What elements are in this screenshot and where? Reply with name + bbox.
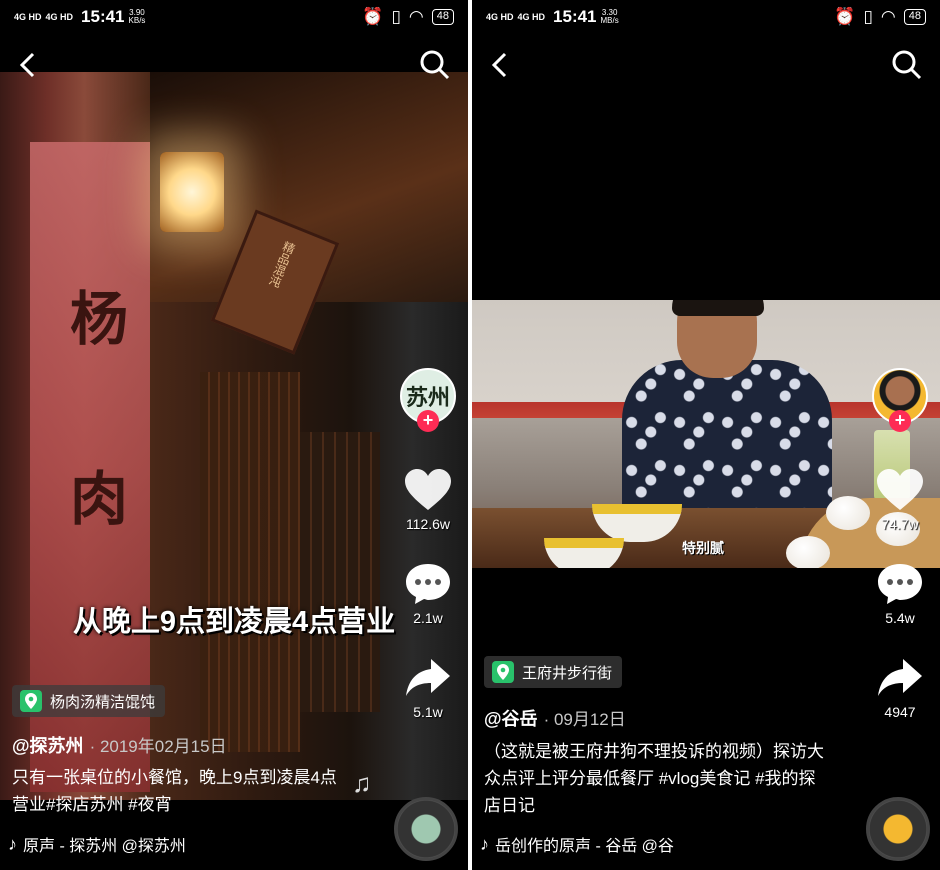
- alarm-icon: ⏰: [362, 7, 384, 26]
- battery-indicator: 48: [431, 9, 454, 25]
- share-count: 4947: [884, 704, 916, 720]
- back-icon[interactable]: [14, 50, 44, 80]
- author-name[interactable]: @探苏州: [12, 736, 84, 756]
- like-count: 74.7w: [881, 516, 919, 532]
- music-record[interactable]: [866, 797, 930, 861]
- steamed-bun: [826, 496, 870, 530]
- wifi-icon: ◠: [408, 7, 424, 26]
- left-phone-screen: 4G HD 4G HD 15:41 3.90 KB/s ⏰ ▯ ◠ 48 杨 肉 …: [0, 0, 468, 870]
- wifi-icon: ◠: [880, 7, 896, 26]
- heart-icon: [405, 469, 451, 510]
- action-column: + 74.7w 5.4w 4947: [870, 368, 930, 720]
- music-row[interactable]: ♪ 原声 - 探苏州 @探苏州: [8, 832, 186, 856]
- back-icon[interactable]: [486, 50, 516, 80]
- top-nav: [472, 42, 940, 86]
- signal-1: 4G HD: [486, 11, 514, 22]
- author-name[interactable]: @谷岳: [484, 709, 538, 729]
- top-nav: [0, 42, 468, 86]
- search-icon[interactable]: [890, 48, 924, 82]
- poi-tag[interactable]: 杨肉汤精洁馄饨: [12, 685, 166, 717]
- net-speed: 3.90 KB/s: [128, 8, 146, 25]
- music-title: 岳创作的原声 - 谷岳 @谷: [495, 838, 674, 855]
- shop-window: [300, 432, 380, 712]
- like-button[interactable]: 74.7w: [875, 468, 925, 532]
- author-avatar[interactable]: +: [872, 368, 928, 432]
- action-column: 苏州 + 112.6w 2.1w 5.1w: [398, 368, 458, 720]
- like-count: 112.6w: [405, 516, 451, 532]
- video-description: 只有一张桌位的小餐馆，晚上9点到凌晨4点营业#探店苏州 #夜宵: [12, 768, 337, 814]
- clock: 15:41: [553, 7, 597, 26]
- post-date: · 2019年02月15日: [89, 737, 227, 756]
- signal-1: 4G HD: [14, 11, 42, 22]
- post-date: · 09月12日: [543, 710, 626, 729]
- location-icon: [20, 690, 42, 712]
- follow-button[interactable]: +: [889, 410, 911, 432]
- video-subtitle: 特别腻: [682, 540, 724, 556]
- net-speed: 3.30 MB/s: [600, 8, 619, 25]
- location-icon: [492, 661, 514, 683]
- share-count: 5.1w: [413, 704, 443, 720]
- poi-tag[interactable]: 王府井步行街: [484, 656, 623, 688]
- person: [612, 300, 842, 540]
- share-icon: [878, 659, 922, 696]
- follow-button[interactable]: +: [417, 410, 439, 432]
- comment-count: 5.4w: [885, 610, 915, 626]
- music-note-icon: ♫: [352, 768, 372, 798]
- poi-name: 王府井步行街: [522, 664, 613, 682]
- hair: [672, 300, 764, 316]
- battery-indicator: 48: [903, 9, 926, 25]
- status-bar: 4G HD 4G HD 15:41 3.90 KB/s ⏰ ▯ ◠ 48: [0, 0, 468, 34]
- share-button[interactable]: 4947: [875, 656, 925, 720]
- comment-count: 2.1w: [413, 610, 443, 626]
- author-avatar[interactable]: 苏州 +: [400, 368, 456, 432]
- comment-icon: [878, 564, 922, 604]
- search-icon[interactable]: [418, 48, 452, 82]
- sign-char-2: 肉: [70, 465, 129, 533]
- music-row[interactable]: ♪ 岳创作的原声 - 谷岳 @谷: [480, 832, 674, 856]
- clock: 15:41: [81, 7, 125, 26]
- lantern-lamp: [160, 152, 224, 232]
- music-record[interactable]: [394, 797, 458, 861]
- status-bar: 4G HD 4G HD 15:41 3.30 MB/s ⏰ ▯ ◠ 48: [472, 0, 940, 34]
- comment-button[interactable]: 5.4w: [875, 562, 925, 626]
- poi-name: 杨肉汤精洁馄饨: [50, 693, 156, 711]
- signal-2: 4G HD: [517, 11, 546, 22]
- vibrate-icon: ▯: [863, 7, 873, 26]
- author-row: @探苏州 · 2019年02月15日: [12, 732, 227, 758]
- heart-icon: [877, 469, 923, 510]
- vibrate-icon: ▯: [391, 7, 401, 26]
- right-phone-screen: 4G HD 4G HD 15:41 3.30MB/s ⏰ ▯ ◠ 48 特别腻: [472, 0, 940, 870]
- video-description: （这就是被王府井狗不理投诉的视频）探访大众点评上评分最低餐厅 #vlog美食记 …: [484, 742, 824, 815]
- comment-button[interactable]: 2.1w: [403, 562, 453, 626]
- share-icon: [406, 659, 450, 696]
- shop-door: [200, 372, 300, 752]
- status-icons: ⏰ ▯ ◠ 48: [362, 7, 454, 27]
- signal-2: 4G HD: [45, 11, 74, 22]
- like-button[interactable]: 112.6w: [403, 468, 453, 532]
- alarm-icon: ⏰: [834, 7, 856, 26]
- music-note-icon: ♪: [8, 833, 17, 854]
- status-icons: ⏰ ▯ ◠ 48: [834, 7, 926, 27]
- steamed-bun: [786, 536, 830, 568]
- music-note-icon: ♪: [480, 833, 489, 854]
- share-button[interactable]: 5.1w: [403, 656, 453, 720]
- soup-bowl: [544, 538, 624, 568]
- comment-icon: [406, 564, 450, 604]
- music-title: 原声 - 探苏州 @探苏州: [23, 838, 186, 855]
- author-row: @谷岳 · 09月12日: [484, 705, 626, 731]
- sign-char-1: 杨: [70, 285, 129, 353]
